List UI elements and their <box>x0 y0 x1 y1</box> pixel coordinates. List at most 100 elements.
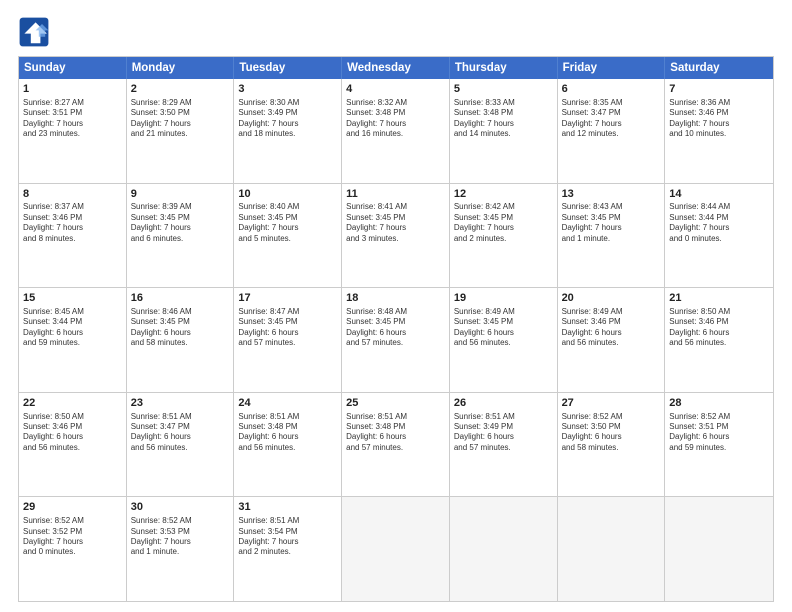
header <box>18 16 774 48</box>
cell-details: Sunrise: 8:46 AM Sunset: 3:45 PM Dayligh… <box>131 307 230 349</box>
cell-details: Sunrise: 8:50 AM Sunset: 3:46 PM Dayligh… <box>669 307 769 349</box>
day-number: 4 <box>346 82 445 97</box>
day-cell-6: 6Sunrise: 8:35 AM Sunset: 3:47 PM Daylig… <box>558 79 666 183</box>
day-cell-26: 26Sunrise: 8:51 AM Sunset: 3:49 PM Dayli… <box>450 393 558 497</box>
cell-details: Sunrise: 8:47 AM Sunset: 3:45 PM Dayligh… <box>238 307 337 349</box>
day-cell-1: 1Sunrise: 8:27 AM Sunset: 3:51 PM Daylig… <box>19 79 127 183</box>
cell-details: Sunrise: 8:39 AM Sunset: 3:45 PM Dayligh… <box>131 202 230 244</box>
day-cell-11: 11Sunrise: 8:41 AM Sunset: 3:45 PM Dayli… <box>342 184 450 288</box>
empty-cell <box>450 497 558 601</box>
cell-details: Sunrise: 8:44 AM Sunset: 3:44 PM Dayligh… <box>669 202 769 244</box>
empty-cell <box>342 497 450 601</box>
day-number: 7 <box>669 82 769 97</box>
cell-details: Sunrise: 8:37 AM Sunset: 3:46 PM Dayligh… <box>23 202 122 244</box>
day-number: 21 <box>669 291 769 306</box>
day-cell-16: 16Sunrise: 8:46 AM Sunset: 3:45 PM Dayli… <box>127 288 235 392</box>
day-cell-3: 3Sunrise: 8:30 AM Sunset: 3:49 PM Daylig… <box>234 79 342 183</box>
cell-details: Sunrise: 8:52 AM Sunset: 3:53 PM Dayligh… <box>131 516 230 558</box>
cell-details: Sunrise: 8:51 AM Sunset: 3:48 PM Dayligh… <box>346 412 445 454</box>
cell-details: Sunrise: 8:50 AM Sunset: 3:46 PM Dayligh… <box>23 412 122 454</box>
day-number: 20 <box>562 291 661 306</box>
cell-details: Sunrise: 8:32 AM Sunset: 3:48 PM Dayligh… <box>346 98 445 140</box>
page: SundayMondayTuesdayWednesdayThursdayFrid… <box>0 0 792 612</box>
calendar-body: 1Sunrise: 8:27 AM Sunset: 3:51 PM Daylig… <box>19 79 773 601</box>
day-number: 22 <box>23 396 122 411</box>
day-cell-29: 29Sunrise: 8:52 AM Sunset: 3:52 PM Dayli… <box>19 497 127 601</box>
cell-details: Sunrise: 8:52 AM Sunset: 3:51 PM Dayligh… <box>669 412 769 454</box>
weekday-header-monday: Monday <box>127 57 235 79</box>
day-cell-24: 24Sunrise: 8:51 AM Sunset: 3:48 PM Dayli… <box>234 393 342 497</box>
cell-details: Sunrise: 8:48 AM Sunset: 3:45 PM Dayligh… <box>346 307 445 349</box>
day-number: 29 <box>23 500 122 515</box>
day-number: 25 <box>346 396 445 411</box>
cell-details: Sunrise: 8:35 AM Sunset: 3:47 PM Dayligh… <box>562 98 661 140</box>
day-number: 16 <box>131 291 230 306</box>
cell-details: Sunrise: 8:52 AM Sunset: 3:52 PM Dayligh… <box>23 516 122 558</box>
day-cell-7: 7Sunrise: 8:36 AM Sunset: 3:46 PM Daylig… <box>665 79 773 183</box>
calendar-row-2: 8Sunrise: 8:37 AM Sunset: 3:46 PM Daylig… <box>19 183 773 288</box>
day-number: 17 <box>238 291 337 306</box>
cell-details: Sunrise: 8:49 AM Sunset: 3:45 PM Dayligh… <box>454 307 553 349</box>
cell-details: Sunrise: 8:51 AM Sunset: 3:49 PM Dayligh… <box>454 412 553 454</box>
cell-details: Sunrise: 8:41 AM Sunset: 3:45 PM Dayligh… <box>346 202 445 244</box>
day-number: 24 <box>238 396 337 411</box>
day-cell-12: 12Sunrise: 8:42 AM Sunset: 3:45 PM Dayli… <box>450 184 558 288</box>
day-number: 6 <box>562 82 661 97</box>
day-cell-25: 25Sunrise: 8:51 AM Sunset: 3:48 PM Dayli… <box>342 393 450 497</box>
cell-details: Sunrise: 8:27 AM Sunset: 3:51 PM Dayligh… <box>23 98 122 140</box>
day-cell-13: 13Sunrise: 8:43 AM Sunset: 3:45 PM Dayli… <box>558 184 666 288</box>
day-cell-14: 14Sunrise: 8:44 AM Sunset: 3:44 PM Dayli… <box>665 184 773 288</box>
day-number: 2 <box>131 82 230 97</box>
cell-details: Sunrise: 8:29 AM Sunset: 3:50 PM Dayligh… <box>131 98 230 140</box>
weekday-header-tuesday: Tuesday <box>234 57 342 79</box>
cell-details: Sunrise: 8:36 AM Sunset: 3:46 PM Dayligh… <box>669 98 769 140</box>
day-cell-5: 5Sunrise: 8:33 AM Sunset: 3:48 PM Daylig… <box>450 79 558 183</box>
day-number: 26 <box>454 396 553 411</box>
calendar-row-1: 1Sunrise: 8:27 AM Sunset: 3:51 PM Daylig… <box>19 79 773 183</box>
logo <box>18 16 54 48</box>
day-number: 23 <box>131 396 230 411</box>
cell-details: Sunrise: 8:43 AM Sunset: 3:45 PM Dayligh… <box>562 202 661 244</box>
day-cell-23: 23Sunrise: 8:51 AM Sunset: 3:47 PM Dayli… <box>127 393 235 497</box>
cell-details: Sunrise: 8:51 AM Sunset: 3:47 PM Dayligh… <box>131 412 230 454</box>
day-number: 31 <box>238 500 337 515</box>
day-number: 28 <box>669 396 769 411</box>
cell-details: Sunrise: 8:51 AM Sunset: 3:54 PM Dayligh… <box>238 516 337 558</box>
day-cell-8: 8Sunrise: 8:37 AM Sunset: 3:46 PM Daylig… <box>19 184 127 288</box>
empty-cell <box>558 497 666 601</box>
day-cell-30: 30Sunrise: 8:52 AM Sunset: 3:53 PM Dayli… <box>127 497 235 601</box>
calendar-row-3: 15Sunrise: 8:45 AM Sunset: 3:44 PM Dayli… <box>19 287 773 392</box>
day-cell-4: 4Sunrise: 8:32 AM Sunset: 3:48 PM Daylig… <box>342 79 450 183</box>
day-number: 27 <box>562 396 661 411</box>
calendar-row-4: 22Sunrise: 8:50 AM Sunset: 3:46 PM Dayli… <box>19 392 773 497</box>
day-cell-19: 19Sunrise: 8:49 AM Sunset: 3:45 PM Dayli… <box>450 288 558 392</box>
day-cell-22: 22Sunrise: 8:50 AM Sunset: 3:46 PM Dayli… <box>19 393 127 497</box>
cell-details: Sunrise: 8:52 AM Sunset: 3:50 PM Dayligh… <box>562 412 661 454</box>
day-number: 9 <box>131 187 230 202</box>
day-number: 3 <box>238 82 337 97</box>
day-number: 14 <box>669 187 769 202</box>
day-cell-20: 20Sunrise: 8:49 AM Sunset: 3:46 PM Dayli… <box>558 288 666 392</box>
logo-icon <box>18 16 50 48</box>
weekday-header-saturday: Saturday <box>665 57 773 79</box>
day-cell-15: 15Sunrise: 8:45 AM Sunset: 3:44 PM Dayli… <box>19 288 127 392</box>
day-number: 19 <box>454 291 553 306</box>
day-cell-9: 9Sunrise: 8:39 AM Sunset: 3:45 PM Daylig… <box>127 184 235 288</box>
cell-details: Sunrise: 8:30 AM Sunset: 3:49 PM Dayligh… <box>238 98 337 140</box>
day-cell-10: 10Sunrise: 8:40 AM Sunset: 3:45 PM Dayli… <box>234 184 342 288</box>
day-number: 30 <box>131 500 230 515</box>
cell-details: Sunrise: 8:49 AM Sunset: 3:46 PM Dayligh… <box>562 307 661 349</box>
calendar-header: SundayMondayTuesdayWednesdayThursdayFrid… <box>19 57 773 79</box>
day-cell-17: 17Sunrise: 8:47 AM Sunset: 3:45 PM Dayli… <box>234 288 342 392</box>
day-cell-21: 21Sunrise: 8:50 AM Sunset: 3:46 PM Dayli… <box>665 288 773 392</box>
day-number: 15 <box>23 291 122 306</box>
weekday-header-friday: Friday <box>558 57 666 79</box>
day-cell-28: 28Sunrise: 8:52 AM Sunset: 3:51 PM Dayli… <box>665 393 773 497</box>
cell-details: Sunrise: 8:33 AM Sunset: 3:48 PM Dayligh… <box>454 98 553 140</box>
day-number: 8 <box>23 187 122 202</box>
day-cell-2: 2Sunrise: 8:29 AM Sunset: 3:50 PM Daylig… <box>127 79 235 183</box>
empty-cell <box>665 497 773 601</box>
cell-details: Sunrise: 8:42 AM Sunset: 3:45 PM Dayligh… <box>454 202 553 244</box>
day-cell-18: 18Sunrise: 8:48 AM Sunset: 3:45 PM Dayli… <box>342 288 450 392</box>
day-cell-31: 31Sunrise: 8:51 AM Sunset: 3:54 PM Dayli… <box>234 497 342 601</box>
